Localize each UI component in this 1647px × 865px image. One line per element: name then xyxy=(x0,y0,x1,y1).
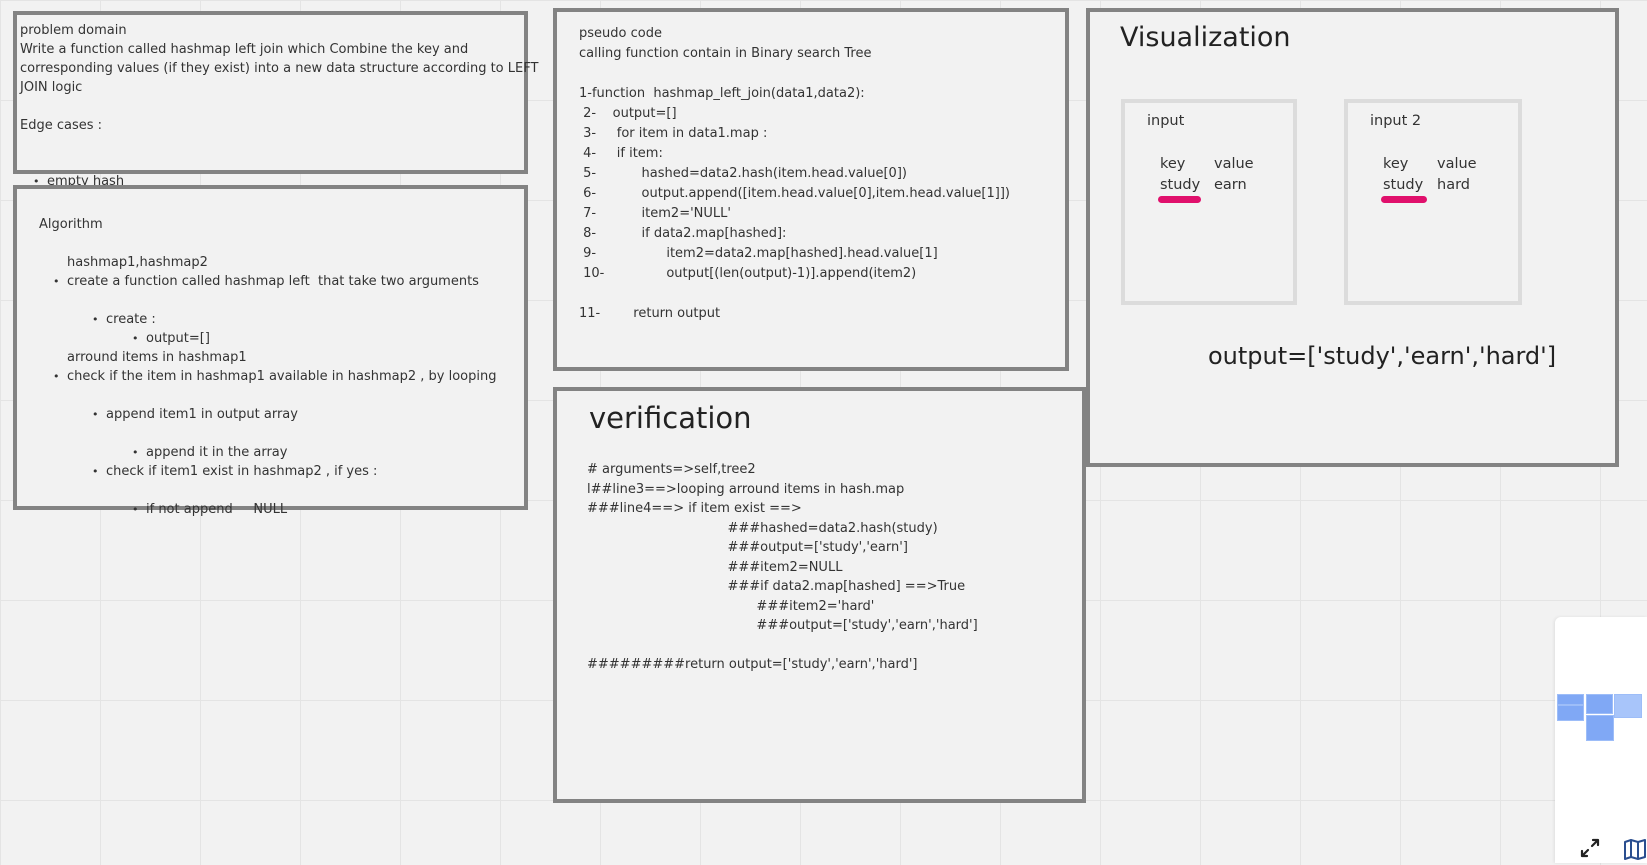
pseudo-line: 10- output[(len(output)-1)].append(item2… xyxy=(579,266,917,281)
algorithm-step-1-cont: hashmap1,hashmap2 xyxy=(67,255,208,270)
pseudo-line: 3- for item in data1.map : xyxy=(579,126,768,141)
verification-line: ###line4==> if item exist ==> xyxy=(587,501,802,516)
pseudo-line: 4- if item: xyxy=(579,146,663,161)
input-2-label: input 2 xyxy=(1370,113,1422,129)
algorithm-subsubsteps: append it in the array if not append NUL… xyxy=(132,405,288,557)
problem-description-line-3: JOIN logic xyxy=(20,80,83,95)
algorithm-if-not: if not append NULL xyxy=(132,500,287,519)
input-2-box[interactable]: input 2 key value study hard xyxy=(1344,99,1522,305)
pseudo-line: 7- item2='NULL' xyxy=(579,206,731,221)
verification-title: verification xyxy=(589,401,752,435)
minimap-block xyxy=(1557,694,1584,705)
minimap-panel[interactable] xyxy=(1555,617,1647,863)
algorithm-heading: Algorithm xyxy=(39,217,103,232)
pseudo-line: 5- hashed=data2.hash(item.head.value[0]) xyxy=(579,166,907,181)
verification-line: ###hashed=data2.hash(study) xyxy=(587,520,938,536)
minimap-block xyxy=(1586,715,1614,741)
algorithm-frame[interactable]: Algorithm create a function called hashm… xyxy=(13,185,528,519)
verification-frame[interactable]: verification # arguments=>self,tree2 l##… xyxy=(553,387,1086,803)
verification-line: # arguments=>self,tree2 xyxy=(587,462,756,477)
verification-lines: # arguments=>self,tree2 l##line3==>loopi… xyxy=(587,460,978,675)
pseudo-line: 1-function hashmap_left_join(data1,data2… xyxy=(579,86,865,101)
verification-line: l##line3==>looping arround items in hash… xyxy=(587,481,905,497)
problem-description-line-2: corresponding values (if they exist) int… xyxy=(20,61,539,76)
minimap-block xyxy=(1586,694,1613,714)
pseudo-line: 11- return output xyxy=(579,306,721,321)
input-2-value-header: value xyxy=(1437,156,1477,172)
input-2-value: hard xyxy=(1437,177,1470,193)
visualization-title: Visualization xyxy=(1120,22,1291,53)
verification-line: ###if data2.map[hashed] ==>True xyxy=(587,579,966,594)
input-2-key: study xyxy=(1383,177,1424,193)
map-icon[interactable] xyxy=(1623,837,1647,861)
verification-line: ###output=['study','earn','hard'] xyxy=(587,618,978,633)
verification-line: ###item2=NULL xyxy=(587,559,843,575)
input-1-key-header: key xyxy=(1160,156,1186,172)
pseudo-code-lines: 1-function hashmap_left_join(data1,data2… xyxy=(579,84,1010,324)
verification-line xyxy=(587,636,978,656)
edge-cases-heading: Edge cases : xyxy=(20,118,103,133)
visualization-frame[interactable]: Visualization input key value study earn… xyxy=(1086,8,1619,467)
pseudo-line: 6- output.append([item.head.value[0],ite… xyxy=(579,186,1010,201)
verification-line: #########return output=['study','earn','… xyxy=(587,657,918,672)
pseudo-line: 8- if data2.map[hashed]: xyxy=(579,226,787,241)
pseudo-code-subheading: calling function contain in Binary searc… xyxy=(579,46,872,61)
algorithm-append-it: append it in the array xyxy=(132,443,288,462)
input-2-key-header: key xyxy=(1383,156,1409,172)
input-1-label: input xyxy=(1147,113,1185,129)
fullscreen-icon[interactable] xyxy=(1579,837,1601,859)
input-2-highlight xyxy=(1381,196,1427,203)
input-1-box[interactable]: input key value study earn xyxy=(1121,99,1297,305)
input-1-value: earn xyxy=(1214,177,1247,193)
minimap-block xyxy=(1557,705,1584,721)
problem-description-line-1: Write a function called hashmap left joi… xyxy=(20,42,469,57)
pseudo-code-frame[interactable]: pseudo code calling function contain in … xyxy=(553,8,1069,371)
input-1-value-header: value xyxy=(1214,156,1254,172)
visualization-output: output=['study','earn','hard'] xyxy=(1208,342,1557,370)
algorithm-step-2-cont: arround items in hashmap1 xyxy=(67,350,247,365)
pseudo-line: 9- item2=data2.map[hashed].head.value[1] xyxy=(579,246,938,261)
problem-domain-frame[interactable]: problem domain Write a function called h… xyxy=(13,11,538,191)
pseudo-line xyxy=(579,284,1010,304)
input-1-key: study xyxy=(1160,177,1201,193)
input-1-highlight xyxy=(1158,196,1201,203)
minimap-block xyxy=(1614,694,1642,718)
problem-domain-heading: problem domain xyxy=(20,23,127,38)
pseudo-code-heading: pseudo code xyxy=(579,26,662,41)
verification-line: ###output=['study','earn'] xyxy=(587,540,908,555)
pseudo-line: 2- output=[] xyxy=(579,106,677,121)
verification-line: ###item2='hard' xyxy=(587,598,875,614)
